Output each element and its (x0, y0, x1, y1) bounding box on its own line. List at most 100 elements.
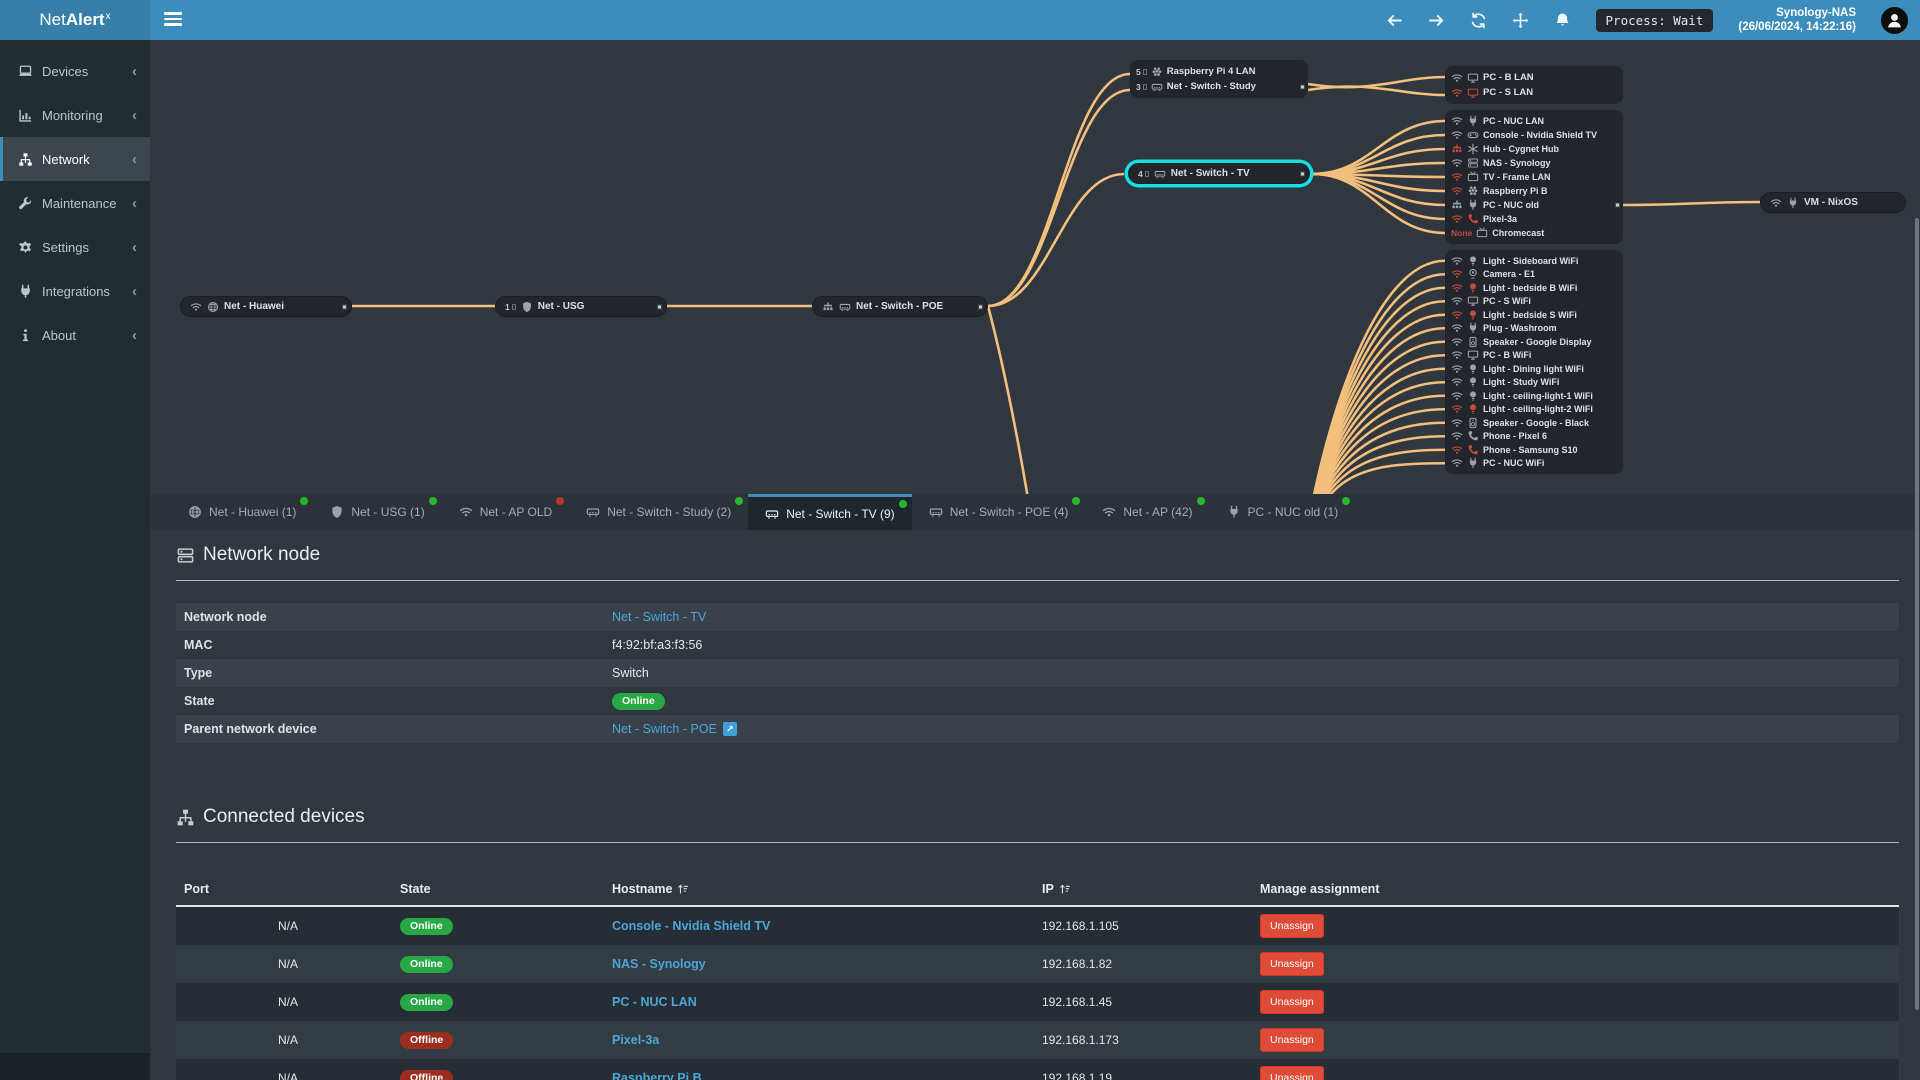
hostname-link[interactable]: Raspberry Pi B (612, 1071, 702, 1080)
column-header-ip[interactable]: IP (1042, 882, 1260, 896)
unassign-button[interactable]: Unassign (1260, 914, 1324, 938)
map-device-row[interactable]: Light - ceiling-light-1 WiFi (1451, 389, 1617, 403)
map-device-row[interactable]: Light - ceiling-light-2 WiFi (1451, 403, 1617, 417)
map-device-row[interactable]: NAS - Synology (1451, 156, 1617, 170)
map-device-row[interactable]: Light - bedside S WiFi (1451, 308, 1617, 322)
map-device-row[interactable]: Speaker - Google - Black (1451, 416, 1617, 430)
tab-net-usg-1[interactable]: Net - USG (1) (313, 494, 441, 530)
wifi-icon (1451, 129, 1463, 141)
unassign-button[interactable]: Unassign (1260, 990, 1324, 1014)
map-device-row[interactable]: PC - NUC LAN (1451, 114, 1617, 128)
map-device-row[interactable]: TV - Frame LAN (1451, 170, 1617, 184)
sidebar-item-monitoring[interactable]: Monitoring ‹ (0, 93, 150, 137)
device-label: Hub - Cygnet Hub (1483, 144, 1559, 154)
sidebar-item-maintenance[interactable]: Maintenance ‹ (0, 181, 150, 225)
device-label: Pixel-3a (1483, 214, 1518, 224)
tab-net-switch-study-2[interactable]: Net - Switch - Study (2) (569, 494, 748, 530)
tab-net-ap-old[interactable]: Net - AP OLD (442, 494, 569, 530)
map-node-net-switch-poe[interactable]: Net - Switch - POE (812, 296, 988, 317)
tab-pc-nuc-old-1[interactable]: PC - NUC old (1) (1210, 494, 1356, 530)
map-device-row[interactable]: Pixel-3a (1451, 212, 1617, 226)
map-device-row[interactable]: PC - B LAN (1451, 70, 1617, 85)
map-device-row[interactable]: Plug - Washroom (1451, 322, 1617, 336)
unassign-button[interactable]: Unassign (1260, 1066, 1324, 1080)
sidebar-item-network[interactable]: Network ‹ (0, 137, 150, 181)
tab-net-switch-poe-4[interactable]: Net - Switch - POE (4) (912, 494, 1086, 530)
sidebar-item-integrations[interactable]: Integrations ‹ (0, 269, 150, 313)
map-node-net-usg[interactable]: 1 Net - USG (495, 296, 667, 317)
hostname-link[interactable]: Console - Nvidia Shield TV (612, 919, 770, 933)
sidebar-item-devices[interactable]: Devices ‹ (0, 49, 150, 93)
map-device-row[interactable]: 3 Net - Switch - Study (1136, 79, 1305, 94)
column-header-hostname[interactable]: Hostname (612, 882, 1042, 896)
node-connector[interactable] (978, 304, 983, 309)
map-device-row[interactable]: Light - Study WiFi (1451, 376, 1617, 390)
external-link-icon[interactable]: ↗ (722, 722, 737, 736)
topbar-actions: Process: Wait Synology-NAS (26/06/2024, … (1386, 0, 1908, 40)
sidebar-item-settings[interactable]: Settings ‹ (0, 225, 150, 269)
phone-icon (1467, 430, 1479, 442)
device-label: Light - ceiling-light-1 WiFi (1483, 390, 1593, 401)
sidebar-item-about[interactable]: About ‹ (0, 313, 150, 357)
refresh-icon[interactable] (1470, 12, 1487, 29)
map-device-row[interactable]: PC - NUC WiFi (1451, 457, 1617, 471)
map-device-row[interactable]: Speaker - Google Display (1451, 335, 1617, 349)
cell-hostname: Console - Nvidia Shield TV (612, 919, 1042, 933)
device-label: Speaker - Google - Black (1483, 417, 1590, 428)
scrollbar[interactable] (1915, 218, 1919, 1010)
parent-node-link[interactable]: Net - Switch - POE (612, 722, 717, 736)
map-device-row[interactable]: PC - S LAN (1451, 85, 1617, 100)
tab-net-ap-42[interactable]: Net - AP (42) (1085, 494, 1209, 530)
map-device-row[interactable]: Camera - E1 (1451, 268, 1617, 282)
sort-icon[interactable] (1059, 883, 1071, 895)
eth-icon (1451, 143, 1463, 155)
forward-icon[interactable] (1428, 12, 1445, 29)
tab-net-huawei-1[interactable]: Net - Huawei (1) (171, 494, 313, 530)
unassign-button[interactable]: Unassign (1260, 1028, 1324, 1052)
phone-icon (1467, 213, 1479, 225)
map-node-net-switch-tv[interactable]: 4 Net - Switch - TV (1128, 163, 1310, 184)
map-device-row[interactable]: Phone - Samsung S10 (1451, 443, 1617, 457)
map-device-row[interactable]: None Chromecast (1451, 226, 1617, 240)
sidebar-toggle-icon[interactable] (164, 12, 182, 28)
shield-icon (521, 301, 533, 313)
map-device-row[interactable]: Light - Dining light WiFi (1451, 362, 1617, 376)
node-connector[interactable] (1300, 171, 1305, 176)
cell-state: Online (400, 993, 612, 1011)
map-device-row[interactable]: Hub - Cygnet Hub (1451, 142, 1617, 156)
map-device-row[interactable]: Phone - Pixel 6 (1451, 430, 1617, 444)
node-link[interactable]: Net - Switch - TV (612, 610, 706, 624)
node-connector[interactable] (1300, 84, 1305, 89)
map-device-row[interactable]: Light - Sideboard WiFi (1451, 254, 1617, 268)
move-icon[interactable] (1512, 12, 1529, 29)
node-connector[interactable] (342, 304, 347, 309)
hostname-link[interactable]: Pixel-3a (612, 1033, 659, 1047)
node-connector[interactable] (1615, 202, 1620, 208)
back-icon[interactable] (1386, 12, 1403, 29)
sort-icon[interactable] (677, 883, 689, 895)
network-map[interactable]: Net - Huawei 1 Net - USG Net - Switch - POE… (150, 40, 1920, 494)
notifications-icon[interactable] (1554, 12, 1571, 29)
map-node-net-huawei[interactable]: Net - Huawei (180, 296, 352, 317)
map-device-row[interactable]: PC - NUC old (1451, 198, 1620, 212)
cell-ip: 192.168.1.45 (1042, 995, 1113, 1009)
desktop-icon (1467, 295, 1479, 307)
map-device-row[interactable]: PC - B WiFi (1451, 349, 1617, 363)
map-device-row[interactable]: Light - bedside B WiFi (1451, 281, 1617, 295)
hostname-link[interactable]: PC - NUC LAN (612, 995, 697, 1009)
tab-net-switch-tv-9[interactable]: Net - Switch - TV (9) (748, 494, 912, 530)
hostname-link[interactable]: NAS - Synology (612, 957, 706, 971)
status-badge: Online (400, 993, 453, 1011)
wifi-icon (1451, 457, 1463, 469)
map-device-row[interactable]: 5 Raspberry Pi 4 LAN (1136, 64, 1302, 79)
map-device-row[interactable]: Raspberry Pi B (1451, 184, 1617, 198)
map-device-row[interactable]: PC - S WiFi (1451, 295, 1617, 309)
node-connector[interactable] (657, 304, 662, 309)
map-device-row[interactable]: Console - Nvidia Shield TV (1451, 128, 1617, 142)
avatar[interactable] (1881, 6, 1908, 34)
app-logo[interactable]: Net Alert x (0, 0, 150, 40)
unassign-button[interactable]: Unassign (1260, 952, 1324, 976)
sidebar-item-label: Devices (42, 63, 89, 79)
map-node-vm-nixos[interactable]: VM - NixOS (1760, 192, 1906, 213)
cell-manage: Unassign (1260, 952, 1899, 976)
